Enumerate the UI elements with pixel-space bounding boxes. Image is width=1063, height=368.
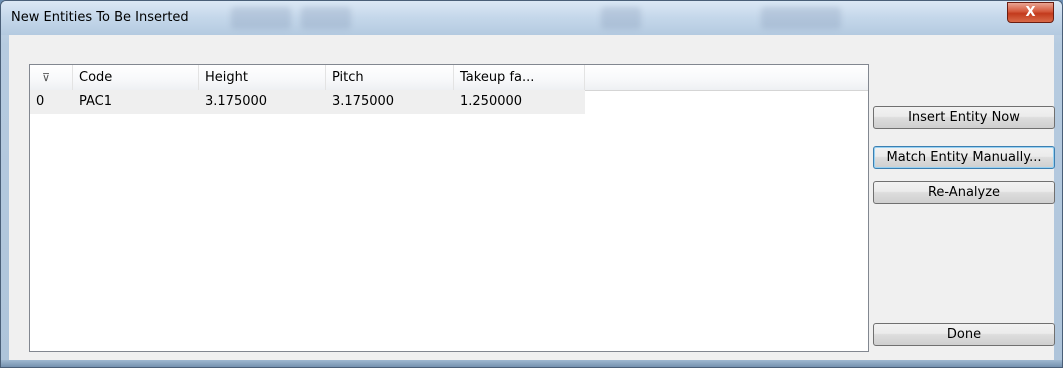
title-bar-glass: [601, 7, 641, 29]
dialog-window: New Entities To Be Inserted X ⊽ Code Hei…: [0, 0, 1063, 368]
title-bar-glass: [761, 7, 841, 29]
title-bar-glass: [231, 7, 291, 29]
match-entity-label: Match Entity Manually...: [886, 150, 1042, 165]
insert-entity-label: Insert Entity Now: [908, 110, 1020, 125]
list-header: ⊽ Code Height Pitch Takeup fa...: [30, 65, 868, 91]
cell-pitch: 3.175000: [332, 94, 395, 109]
reanalyze-label: Re-Analyze: [927, 185, 1001, 200]
match-entity-button[interactable]: Match Entity Manually...: [873, 146, 1055, 169]
column-header-index[interactable]: ⊽: [30, 65, 73, 90]
table-row[interactable]: 0 PAC1 3.175000 3.175000 1.250000: [30, 90, 585, 114]
done-label: Done: [946, 327, 982, 342]
column-header-takeup[interactable]: Takeup fa...: [454, 65, 585, 90]
cell-height: 3.175000: [205, 94, 268, 109]
title-bar-glass: [301, 7, 351, 29]
insert-entity-button[interactable]: Insert Entity Now: [873, 106, 1055, 129]
cell-code: PAC1: [79, 94, 113, 109]
row-index: 0: [36, 94, 45, 109]
window-bottom-frame: [1, 360, 1062, 367]
title-bar[interactable]: New Entities To Be Inserted X: [1, 1, 1062, 35]
column-header-pitch[interactable]: Pitch: [326, 65, 454, 90]
reanalyze-button[interactable]: Re-Analyze: [873, 181, 1055, 204]
close-icon: X: [1025, 5, 1036, 20]
dialog-client-area: ⊽ Code Height Pitch Takeup fa... 0 PAC1 …: [9, 35, 1055, 360]
sort-indicator-icon: ⊽: [42, 71, 51, 84]
column-header-code[interactable]: Code: [73, 65, 199, 90]
close-button[interactable]: X: [1007, 2, 1054, 23]
done-button[interactable]: Done: [873, 323, 1055, 346]
column-header-height[interactable]: Height: [199, 65, 326, 90]
window-title: New Entities To Be Inserted: [11, 10, 189, 25]
entities-list[interactable]: ⊽ Code Height Pitch Takeup fa... 0 PAC1 …: [29, 64, 869, 352]
cell-takeup: 1.250000: [460, 94, 523, 109]
